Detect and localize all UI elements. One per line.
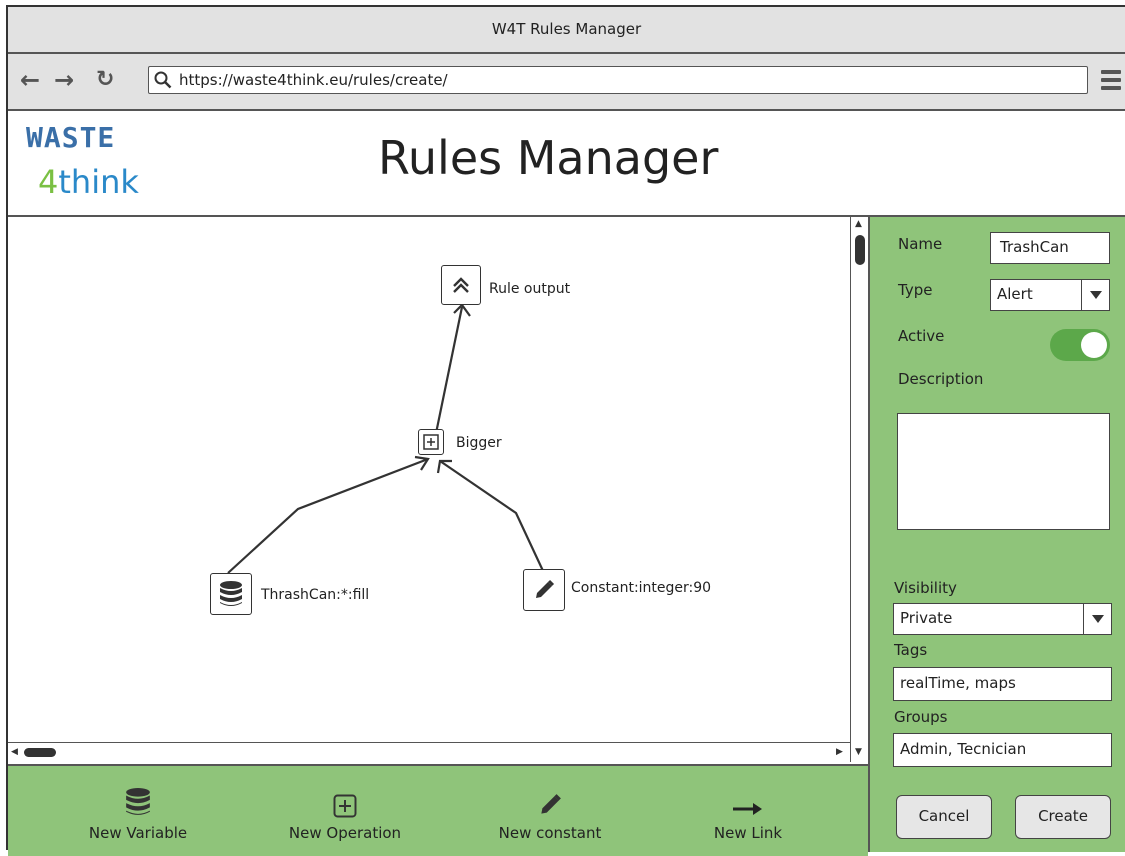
database-icon	[126, 788, 150, 815]
browser-window: W4T Rules Manager ← → ↻ https://waste4th…	[6, 5, 1125, 856]
scroll-down-arrow-icon[interactable]: ▼	[855, 747, 862, 757]
database-icon[interactable]	[210, 573, 252, 615]
pencil-icon[interactable]	[523, 569, 565, 611]
address-bar: ← → ↻ https://waste4think.eu/rules/creat…	[8, 54, 1125, 111]
page-title: Rules Manager	[378, 131, 719, 185]
vertical-scroll-thumb[interactable]	[855, 235, 865, 265]
visibility-label: Visibility	[894, 579, 957, 597]
node-label-bigger: Bigger	[456, 435, 502, 451]
description-label: Description	[898, 370, 984, 388]
url-input[interactable]: https://waste4think.eu/rules/create/	[148, 66, 1088, 94]
edge-variable-to-bigger[interactable]	[227, 457, 429, 574]
search-icon	[154, 71, 172, 89]
logo-waste-text: WASTE	[26, 121, 116, 154]
new-variable-button[interactable]: New Variable	[63, 786, 213, 842]
scroll-left-arrow-icon[interactable]: ◀	[11, 747, 18, 757]
create-button[interactable]: Create	[1015, 795, 1111, 839]
scroll-up-arrow-icon[interactable]: ▲	[855, 219, 862, 229]
chevron-down-icon[interactable]	[1083, 604, 1111, 634]
new-constant-button[interactable]: New constant	[475, 786, 625, 842]
groups-field[interactable]: Admin, Tecnician	[893, 733, 1112, 767]
graph-edges	[227, 303, 545, 574]
new-operation-button[interactable]: New Operation	[270, 786, 420, 842]
groups-label: Groups	[894, 708, 948, 726]
reload-icon[interactable]: ↻	[96, 68, 114, 92]
chevron-down-icon[interactable]	[1081, 280, 1109, 310]
visibility-select[interactable]: Private	[893, 603, 1112, 635]
node-toolbar: New Variable New Operation New constant …	[8, 764, 868, 856]
new-link-button[interactable]: New Link	[673, 786, 823, 842]
plus-box-icon	[333, 794, 357, 818]
cancel-button[interactable]: Cancel	[896, 795, 992, 839]
horizontal-scroll-thumb[interactable]	[24, 748, 56, 757]
logo-4think-text: 4think	[38, 163, 139, 201]
node-label-variable: ThrashCan:*:fill	[261, 587, 370, 603]
right-arrow-icon	[733, 803, 762, 815]
active-toggle[interactable]	[1050, 329, 1110, 361]
scroll-right-arrow-icon[interactable]: ▶	[836, 747, 843, 757]
active-label: Active	[898, 327, 945, 345]
node-label-constant: Constant:integer:90	[571, 580, 712, 596]
name-label: Name	[898, 235, 943, 253]
type-select[interactable]: Alert	[990, 279, 1110, 311]
name-field[interactable]: TrashCan	[990, 232, 1110, 264]
node-label-rule-output: Rule output	[489, 281, 571, 297]
tags-field[interactable]: realTime, maps	[893, 667, 1112, 701]
pencil-icon	[541, 794, 561, 814]
toggle-knob	[1081, 332, 1107, 358]
edge-bigger-to-output[interactable]	[432, 306, 464, 444]
window-title: W4T Rules Manager	[8, 7, 1125, 54]
description-textarea[interactable]	[897, 413, 1110, 530]
rule-output-node-icon[interactable]	[441, 265, 481, 305]
url-text: https://waste4think.eu/rules/create/	[179, 71, 448, 89]
vertical-scrollbar[interactable]: ▲ ▼	[850, 217, 869, 762]
forward-arrow-icon[interactable]: →	[54, 68, 74, 92]
tags-label: Tags	[894, 641, 928, 659]
edge-constant-to-bigger[interactable]	[439, 460, 545, 574]
type-label: Type	[898, 281, 933, 299]
bigger-node-icon[interactable]	[418, 429, 444, 455]
horizontal-scrollbar[interactable]: ◀ ▶	[8, 742, 850, 763]
hamburger-menu-icon[interactable]	[1101, 70, 1121, 90]
rule-graph-canvas[interactable]: Rule output Bigger ThrashCan:*:fill Cons…	[8, 217, 848, 742]
rule-properties-panel: Name TrashCan Type Alert Active Descript…	[868, 217, 1125, 852]
page-header: WASTE 4think Rules Manager	[8, 111, 1125, 217]
back-arrow-icon[interactable]: ←	[20, 68, 40, 92]
